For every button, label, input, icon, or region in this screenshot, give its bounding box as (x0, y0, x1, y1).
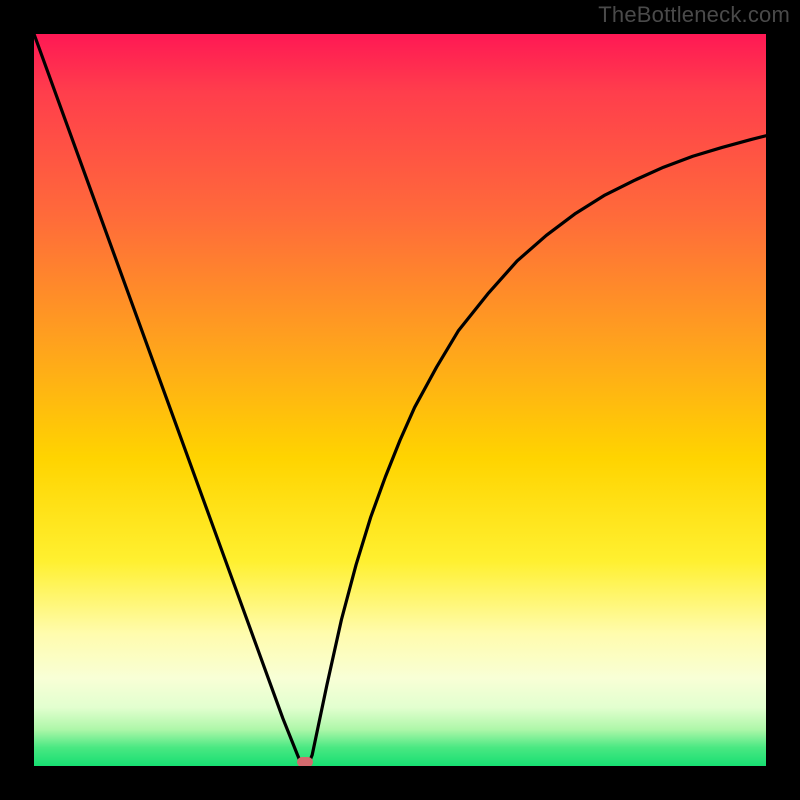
bottleneck-curve (34, 34, 766, 766)
minimum-marker (297, 757, 313, 766)
watermark-label: TheBottleneck.com (598, 2, 790, 28)
curve-path (34, 34, 766, 766)
chart-frame: TheBottleneck.com (0, 0, 800, 800)
plot-area (34, 34, 766, 766)
